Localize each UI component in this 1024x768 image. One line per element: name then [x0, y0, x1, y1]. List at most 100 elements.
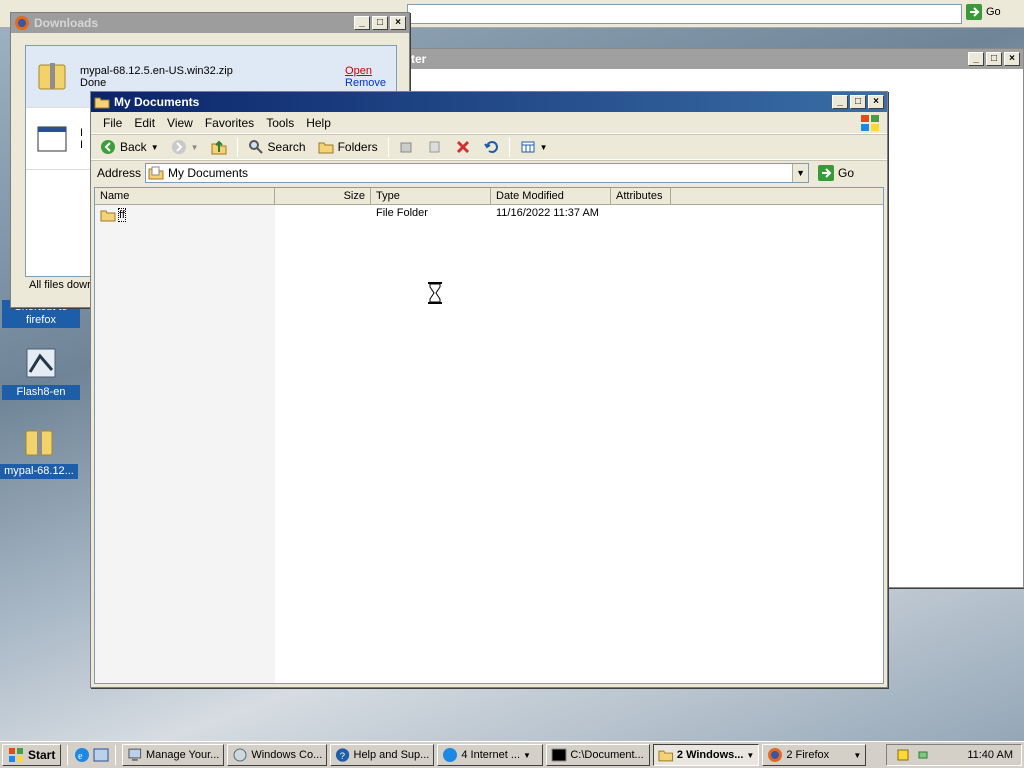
desktop-icon-label: Flash8-en — [2, 385, 80, 400]
maximize-button[interactable]: □ — [372, 16, 388, 30]
tray-network-icon[interactable] — [917, 747, 933, 763]
open-link[interactable]: Open — [345, 65, 386, 77]
cmd-icon — [551, 748, 567, 762]
back-button[interactable]: Back ▼ — [95, 136, 164, 158]
menu-file[interactable]: File — [97, 116, 128, 130]
address-input[interactable]: My Documents ▼ — [145, 162, 810, 183]
left-pane — [95, 205, 275, 683]
address-dropdown-icon[interactable]: ▼ — [792, 163, 809, 182]
ie-icon — [443, 748, 458, 762]
task-command-prompt[interactable]: C:\Document... — [546, 744, 651, 766]
task-firefox-group[interactable]: 2 Firefox ▼ — [762, 744, 867, 766]
copy-to-button[interactable] — [422, 136, 448, 158]
ie-quicklaunch-icon[interactable]: e — [74, 747, 90, 763]
firefox-icon — [15, 16, 29, 30]
column-type[interactable]: Type — [371, 188, 491, 205]
up-folder-button[interactable] — [206, 136, 232, 158]
background-address-field[interactable] — [407, 4, 962, 24]
go-label: Go — [986, 6, 1001, 18]
window-file-icon — [37, 126, 67, 151]
taskbar: Start e Manage Your... Windows Co... ? H… — [0, 741, 1024, 768]
show-desktop-icon[interactable] — [93, 747, 109, 763]
task-manage-your[interactable]: Manage Your... — [122, 744, 225, 766]
menu-view[interactable]: View — [161, 116, 199, 130]
task-windows-explorer-group[interactable]: 2 Windows... ▼ — [653, 744, 760, 766]
close-button[interactable]: × — [868, 95, 884, 109]
column-date-modified[interactable]: Date Modified — [491, 188, 611, 205]
start-button[interactable]: Start — [2, 744, 62, 766]
task-windows-components[interactable]: Windows Co... — [227, 744, 328, 766]
separator — [236, 137, 238, 157]
task-label: 2 Firefox — [786, 749, 830, 761]
separator — [508, 137, 510, 157]
minimize-button[interactable]: _ — [354, 16, 370, 30]
back-label: Back — [120, 140, 147, 154]
maximize-button[interactable]: □ — [986, 52, 1002, 66]
computer-icon — [128, 748, 142, 761]
column-attributes[interactable]: Attributes — [611, 188, 671, 205]
task-label: C:\Document... — [570, 749, 644, 761]
search-icon — [248, 140, 263, 154]
download-status: Done — [80, 76, 107, 89]
task-label: Manage Your... — [145, 749, 220, 761]
close-button[interactable]: × — [390, 16, 406, 30]
file-list-view[interactable]: Name Size Type Date Modified Attributes … — [94, 187, 884, 684]
menu-favorites[interactable]: Favorites — [199, 116, 260, 130]
forward-arrow-icon — [171, 140, 186, 154]
address-bar: Address My Documents ▼ Go — [91, 160, 887, 184]
separator — [115, 745, 117, 765]
system-tray: 11:40 AM — [886, 744, 1022, 766]
desktop-icon-mypal-zip[interactable]: mypal-68.12... — [0, 425, 78, 479]
views-dropdown-icon[interactable]: ▼ — [540, 143, 548, 152]
row-name: ff — [118, 208, 126, 222]
task-group-dropdown-icon: ▼ — [523, 750, 531, 760]
back-dropdown-icon[interactable]: ▼ — [151, 143, 159, 152]
go-arrow-icon — [818, 164, 835, 181]
table-row[interactable]: ff File Folder 11/16/2022 11:37 AM — [95, 207, 883, 223]
forward-dropdown-icon[interactable]: ▼ — [191, 143, 199, 152]
tray-app-icon[interactable] — [895, 747, 911, 763]
downloads-titlebar[interactable]: Downloads _ □ × — [11, 13, 409, 33]
go-label: Go — [838, 165, 855, 180]
minimize-button[interactable]: _ — [832, 95, 848, 109]
my-documents-window[interactable]: My Documents _ □ × File Edit View Favori… — [90, 91, 888, 688]
downloads-title: Downloads — [34, 16, 99, 30]
close-button[interactable]: × — [1004, 52, 1020, 66]
start-label: Start — [28, 748, 56, 762]
folder-icon — [94, 97, 110, 109]
remove-link[interactable]: Remove — [345, 77, 386, 89]
desktop-icon-flash8[interactable]: Flash8-en — [2, 346, 80, 400]
menu-tools[interactable]: Tools — [260, 116, 300, 130]
background-go-button[interactable]: Go — [966, 4, 1001, 20]
clock[interactable]: 11:40 AM — [967, 749, 1013, 761]
downloads-footer: All files dowr — [29, 279, 91, 291]
task-label: Help and Sup... — [353, 749, 430, 761]
move-to-button[interactable] — [394, 136, 420, 158]
search-button[interactable]: Search — [243, 136, 311, 158]
forward-button[interactable]: ▼ — [166, 136, 204, 158]
maximize-button[interactable]: □ — [850, 95, 866, 109]
address-label: Address — [97, 165, 142, 180]
undo-button[interactable] — [478, 136, 504, 158]
minimize-button[interactable]: _ — [968, 52, 984, 66]
background-window-titlebar[interactable]: ter _ □ × — [408, 49, 1023, 69]
views-button[interactable]: ▼ — [515, 136, 553, 158]
toolbar: Back ▼ ▼ Search Folders ▼ — [91, 134, 887, 160]
go-button[interactable]: Go — [813, 162, 859, 184]
column-size[interactable]: Size — [275, 188, 371, 205]
folder-icon — [100, 210, 116, 222]
folders-button[interactable]: Folders — [313, 136, 383, 158]
menu-edit[interactable]: Edit — [128, 116, 161, 130]
task-internet-explorer-group[interactable]: 4 Internet ... ▼ — [437, 744, 544, 766]
separator — [67, 745, 69, 765]
svg-text:?: ? — [340, 751, 345, 762]
my-documents-titlebar[interactable]: My Documents _ □ × — [91, 92, 887, 112]
task-help-and-support[interactable]: ? Help and Sup... — [330, 744, 435, 766]
delete-button[interactable] — [450, 136, 476, 158]
views-icon — [521, 141, 535, 153]
svg-text:e: e — [78, 751, 83, 762]
back-arrow-icon — [101, 140, 115, 154]
column-name[interactable]: Name — [95, 188, 275, 205]
row-name-cell: ff — [95, 207, 275, 223]
menu-help[interactable]: Help — [300, 116, 337, 130]
